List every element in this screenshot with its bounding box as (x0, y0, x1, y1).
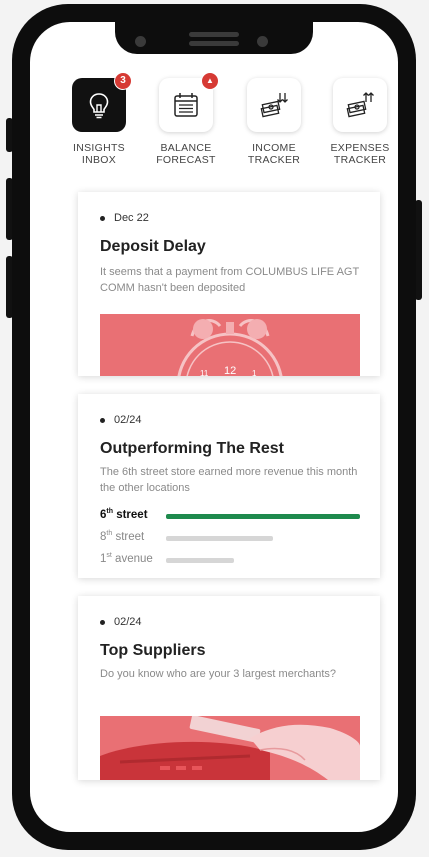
bar-label: 6th street (100, 508, 148, 521)
phone-frame: 3 INSIGHTS INBOX ▲ BALANCE FORECAST INCO… (12, 4, 416, 850)
card-date: Dec 22 (100, 212, 149, 224)
bar-label: 8th street (100, 530, 145, 543)
notch (115, 22, 313, 54)
card-payment-icon (100, 716, 360, 780)
tab-balance-forecast[interactable]: ▲ BALANCE FORECAST (143, 72, 229, 166)
phone-screen: 3 INSIGHTS INBOX ▲ BALANCE FORECAST INCO… (30, 22, 398, 832)
insights-badge: 3 (114, 72, 132, 90)
card-date: 02/24 (100, 616, 142, 628)
svg-text:12: 12 (224, 365, 236, 376)
power-button (415, 200, 422, 300)
alarm-clock-icon: 12 11 1 (100, 314, 360, 376)
card-title: Top Suppliers (100, 642, 206, 659)
money-up-icon (346, 92, 374, 118)
tab-label: BALANCE FORECAST (156, 142, 216, 166)
tab-insights-inbox[interactable]: 3 INSIGHTS INBOX (56, 72, 142, 166)
money-down-icon (260, 93, 288, 118)
tab-income-tracker[interactable]: INCOME TRACKER (231, 78, 317, 166)
insight-card-outperforming[interactable]: 02/24 Outperforming The Rest The 6th str… (78, 394, 380, 578)
card-date: 02/24 (100, 414, 142, 426)
card-description: Do you know who are your 3 largest merch… (100, 668, 337, 680)
lightbulb-icon (89, 93, 109, 119)
tab-balance-forecast-tile: ▲ (159, 72, 219, 132)
tab-expenses-tracker[interactable]: EXPENSES TRACKER (317, 78, 398, 166)
tab-label: INSIGHTS INBOX (73, 142, 125, 166)
bar-row-1st-avenue: 1st avenue (100, 552, 362, 570)
speaker-top (189, 32, 239, 37)
alarm-clock-image: 12 11 1 (100, 314, 360, 376)
card-title: Outperforming The Rest (100, 440, 285, 457)
camera-left (135, 36, 146, 47)
tab-insights-inbox-tile: 3 (72, 72, 132, 132)
tab-income-tracker-tile (247, 78, 301, 132)
svg-text:1: 1 (252, 369, 257, 376)
camera-right (257, 36, 268, 47)
bar-row-6th-street: 6th street (100, 508, 362, 526)
top-nav: 3 INSIGHTS INBOX ▲ BALANCE FORECAST INCO… (30, 72, 398, 178)
card-description: It seems that a payment from COLUMBUS LI… (100, 266, 359, 294)
tab-label: EXPENSES TRACKER (330, 142, 390, 166)
tab-expenses-tracker-tile (333, 78, 387, 132)
svg-text:11: 11 (200, 369, 209, 376)
bar-fill (166, 536, 273, 541)
insight-card-top-suppliers[interactable]: 02/24 Top Suppliers Do you know who are … (78, 596, 380, 780)
megaphone-badge-icon: ▲ (201, 72, 219, 90)
card-payment-image (100, 716, 360, 780)
card-title: Deposit Delay (100, 238, 206, 255)
card-description: The 6th street store earned more revenue… (100, 466, 358, 494)
bar-row-8th-street: 8th street (100, 530, 362, 548)
calendar-icon (174, 93, 198, 117)
bar-fill (166, 558, 234, 563)
bar-label: 1st avenue (100, 552, 153, 565)
speaker-bottom (189, 41, 239, 46)
tab-label: INCOME TRACKER (247, 142, 301, 166)
insight-card-deposit-delay[interactable]: Dec 22 Deposit Delay It seems that a pay… (78, 192, 380, 376)
bar-fill (166, 514, 360, 519)
